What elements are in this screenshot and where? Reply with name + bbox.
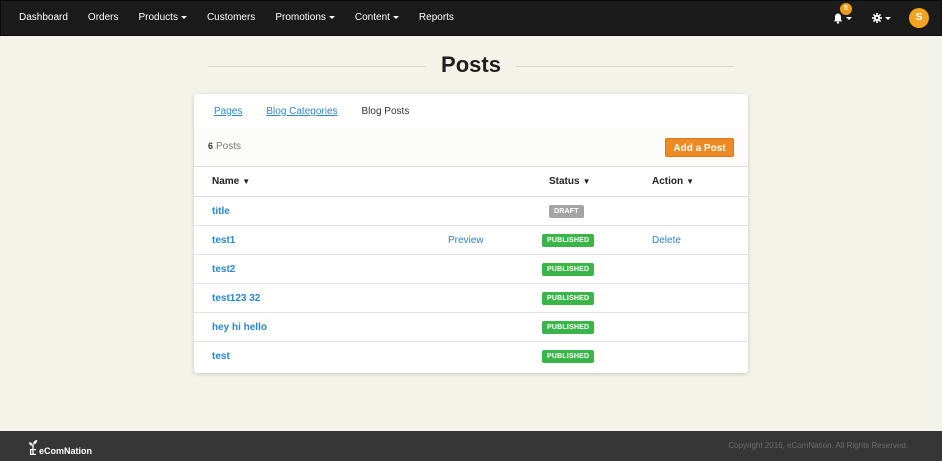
column-header-action[interactable]: Action ▼ (652, 167, 694, 196)
column-header-label: Name (212, 176, 240, 187)
table-row: hey hi hello PUBLISHED (194, 313, 748, 342)
nav-item-label: Promotions (275, 12, 326, 23)
top-navbar: Dashboard Orders Products Customers Prom… (0, 0, 942, 36)
status-badge: PUBLISHED (542, 234, 595, 247)
caret-down-icon (180, 15, 187, 19)
nav-item-label: Products (138, 12, 178, 23)
notification-count-badge: 5 (840, 2, 852, 15)
nav-item-label: Dashboard (19, 12, 68, 23)
sort-down-icon: ▼ (582, 177, 591, 186)
add-post-button[interactable]: Add a Post (665, 138, 734, 157)
brand-logo[interactable]: eComNation (28, 438, 92, 456)
status-badge: PUBLISHED (542, 263, 595, 276)
post-count-number: 6 (208, 141, 214, 151)
table-header: Name ▼ Status ▼ Action ▼ (194, 166, 748, 197)
post-name-link[interactable]: hey hi hello (212, 313, 267, 342)
tab-pages[interactable]: Pages (214, 106, 242, 117)
caret-down-icon (328, 15, 335, 19)
column-header-label: Action (652, 176, 684, 187)
post-name-link[interactable]: test (212, 342, 230, 371)
page-title: Posts (441, 52, 501, 77)
caret-down-icon (392, 15, 399, 19)
nav-item-content[interactable]: Content (345, 1, 409, 35)
nav-item-dashboard[interactable]: Dashboard (9, 1, 78, 35)
nav-right-controls: 5 S (833, 1, 929, 35)
user-avatar[interactable]: S (909, 8, 929, 28)
posts-table: Name ▼ Status ▼ Action ▼ title DRAFT test1 … (194, 166, 748, 371)
table-row: test123 32 PUBLISHED (194, 284, 748, 313)
table-row: test PUBLISHED (194, 342, 748, 371)
nav-item-label: Reports (418, 12, 454, 23)
brand-name: eComNation (39, 446, 93, 456)
post-count-label: Posts (216, 141, 242, 152)
table-row: test1 Preview PUBLISHED Delete (194, 226, 748, 255)
column-header-status[interactable]: Status ▼ (549, 167, 590, 196)
table-row: title DRAFT (194, 197, 748, 226)
table-row: test2 PUBLISHED (194, 255, 748, 284)
main-menu: Dashboard Orders Products Customers Prom… (9, 1, 464, 35)
copyright-text: Copyright 2016, eComNation. All Rights R… (728, 441, 908, 450)
post-name-link[interactable]: test123 32 (212, 284, 260, 313)
notifications-dropdown[interactable]: 5 (833, 2, 852, 24)
caret-down-icon (846, 16, 852, 20)
nav-item-label: Customers (206, 12, 256, 23)
status-badge: DRAFT (549, 205, 584, 218)
nav-item-orders[interactable]: Orders (78, 1, 129, 35)
post-name-link[interactable]: title (212, 197, 230, 226)
sort-down-icon: ▼ (686, 177, 695, 186)
status-badge: PUBLISHED (542, 321, 595, 334)
bell-icon (833, 13, 843, 24)
sort-down-icon: ▼ (242, 177, 251, 186)
status-badge: PUBLISHED (542, 292, 595, 305)
delete-link[interactable]: Delete (652, 226, 681, 255)
nav-item-customers[interactable]: Customers (197, 1, 265, 35)
post-count: 6 Posts (208, 141, 241, 152)
page-heading: Posts (208, 50, 734, 80)
settings-dropdown[interactable] (872, 13, 891, 23)
post-name-link[interactable]: test2 (212, 255, 235, 284)
nav-item-promotions[interactable]: Promotions (265, 1, 345, 35)
page-footer: eComNation Copyright 2016, eComNation. A… (0, 431, 942, 461)
gear-icon (872, 13, 882, 23)
posts-panel: Pages Blog Categories Blog Posts 6 Posts … (194, 94, 748, 373)
post-name-link[interactable]: test1 (212, 226, 235, 255)
nav-item-label: Orders (87, 12, 119, 23)
preview-link[interactable]: Preview (448, 226, 484, 255)
status-badge: PUBLISHED (542, 350, 595, 363)
column-header-label: Status (549, 176, 580, 187)
nav-item-products[interactable]: Products (128, 1, 196, 35)
tab-blog-categories[interactable]: Blog Categories (266, 106, 337, 117)
tab-blog-posts[interactable]: Blog Posts (362, 106, 410, 117)
nav-item-reports[interactable]: Reports (409, 1, 464, 35)
caret-down-icon (885, 16, 891, 20)
column-header-name[interactable]: Name ▼ (212, 167, 250, 196)
nav-item-label: Content (354, 12, 390, 23)
sprout-icon (29, 440, 38, 455)
content-tabs: Pages Blog Categories Blog Posts (194, 94, 748, 128)
